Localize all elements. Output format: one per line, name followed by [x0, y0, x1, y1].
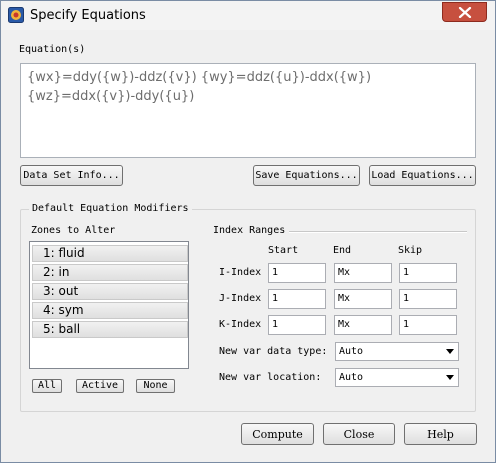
- divider: [289, 231, 467, 233]
- zones-label: Zones to Alter: [31, 225, 116, 236]
- list-item[interactable]: 5: ball: [32, 321, 188, 338]
- j-skip-field[interactable]: 1: [399, 289, 457, 309]
- new-var-data-type-label: New var data type:: [219, 346, 328, 357]
- i-skip-field[interactable]: 1: [399, 263, 457, 283]
- list-item[interactable]: 1: fluid: [32, 245, 188, 262]
- index-ranges-title: Index Ranges: [213, 225, 286, 236]
- equation-label: Equation(s): [19, 44, 86, 55]
- active-zones-button[interactable]: Active: [76, 379, 124, 393]
- i-index-label: I-Index: [219, 267, 262, 278]
- list-item[interactable]: 3: out: [32, 283, 188, 300]
- list-item[interactable]: 2: in: [32, 264, 188, 281]
- start-header: Start: [268, 245, 299, 256]
- help-button[interactable]: Help: [404, 423, 477, 445]
- k-index-label: K-Index: [219, 319, 262, 330]
- skip-header: Skip: [398, 245, 423, 256]
- i-end-field[interactable]: Mx: [334, 263, 392, 283]
- specify-equations-dialog: Specify Equations Equation(s) {wx}=ddy({…: [0, 0, 496, 463]
- new-var-location-label: New var location:: [219, 372, 322, 383]
- end-header: End: [333, 245, 352, 256]
- new-var-data-type-select[interactable]: Auto: [335, 342, 459, 361]
- k-end-field[interactable]: Mx: [334, 315, 392, 335]
- j-start-field[interactable]: 1: [268, 289, 326, 309]
- save-equations-button[interactable]: Save Equations...: [253, 165, 360, 186]
- app-icon: [8, 7, 24, 23]
- data-set-info-button[interactable]: Data Set Info...: [20, 165, 123, 186]
- i-start-field[interactable]: 1: [268, 263, 326, 283]
- title-bar[interactable]: Specify Equations: [1, 1, 495, 30]
- k-skip-field[interactable]: 1: [399, 315, 457, 335]
- new-var-location-value: Auto: [339, 372, 364, 383]
- chevron-down-icon: [446, 349, 454, 354]
- new-var-location-select[interactable]: Auto: [335, 368, 459, 387]
- equation-textarea[interactable]: {wx}=ddy({w})-ddz({v}) {wy}=ddz({u})-ddx…: [20, 63, 476, 158]
- k-start-field[interactable]: 1: [268, 315, 326, 335]
- new-var-data-type-value: Auto: [339, 346, 364, 357]
- window-close-button[interactable]: [442, 2, 487, 22]
- close-button[interactable]: Close: [323, 423, 395, 445]
- j-end-field[interactable]: Mx: [334, 289, 392, 309]
- list-item[interactable]: 4: sym: [32, 302, 188, 319]
- all-zones-button[interactable]: All: [32, 379, 62, 393]
- zone-list[interactable]: 1: fluid 2: in 3: out 4: sym 5: ball: [29, 241, 189, 369]
- load-equations-button[interactable]: Load Equations...: [369, 165, 476, 186]
- no-zones-button[interactable]: None: [136, 379, 175, 393]
- modifiers-group-title: Default Equation Modifiers: [29, 203, 192, 214]
- j-index-label: J-Index: [219, 293, 262, 304]
- compute-button[interactable]: Compute: [241, 423, 314, 445]
- chevron-down-icon: [446, 375, 454, 380]
- close-icon: [458, 7, 472, 18]
- window-title: Specify Equations: [30, 8, 146, 23]
